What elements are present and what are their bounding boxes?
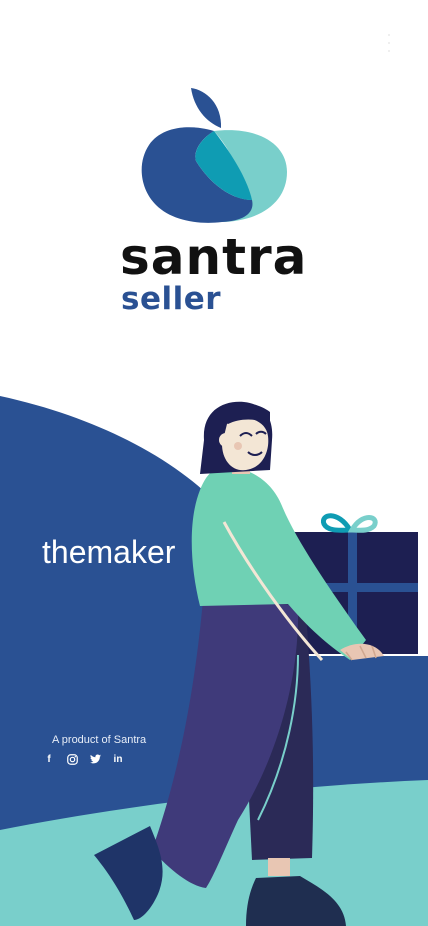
hero-illustration (0, 396, 428, 926)
linkedin-icon[interactable]: in (112, 753, 124, 765)
facebook-icon[interactable]: f (43, 753, 55, 765)
product-credit: A product of Santra (52, 734, 147, 746)
twitter-icon[interactable] (89, 753, 101, 765)
tagline: themaker (42, 534, 176, 570)
instagram-icon[interactable] (66, 753, 78, 765)
social-links: f in (43, 753, 124, 765)
splash-screen: santra seller themaker A product of Sant… (0, 0, 428, 926)
